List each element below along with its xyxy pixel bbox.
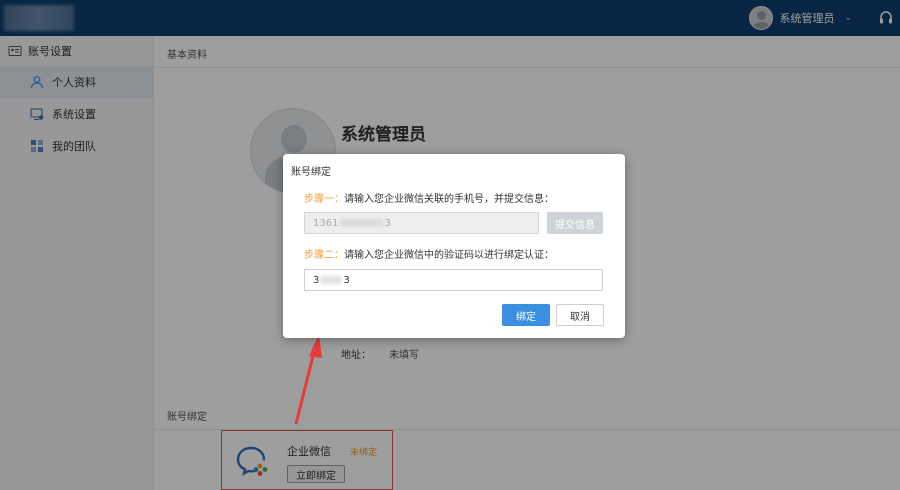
bind-button[interactable]: 绑定 [502, 304, 550, 326]
step-one-instruction: 步骤一：请输入您企业微信关联的手机号，并提交信息： [304, 190, 554, 205]
step-one-tag: 步骤一： [304, 194, 344, 205]
verification-code-input[interactable]: 3 3 [304, 269, 603, 291]
code-prefix: 3 [313, 274, 320, 286]
dialog-title: 账号绑定 [291, 167, 331, 178]
step-two-instruction: 步骤二：请输入您企业微信中的验证码以进行绑定认证： [304, 246, 554, 261]
account-binding-dialog: 账号绑定 步骤一：请输入您企业微信关联的手机号，并提交信息： 1361 3 提交… [283, 154, 625, 338]
step-two-text: 请输入您企业微信中的验证码以进行绑定认证： [344, 250, 554, 261]
phone-prefix: 1361 [313, 217, 339, 229]
submit-info-button[interactable]: 提交信息 [547, 212, 603, 234]
phone-suffix: 3 [384, 217, 391, 229]
code-suffix: 3 [343, 274, 350, 286]
step-two-tag: 步骤二： [304, 250, 344, 261]
cancel-button[interactable]: 取消 [556, 304, 604, 326]
redacted-digits [320, 276, 343, 284]
redacted-digits [340, 219, 385, 227]
step-one-text: 请输入您企业微信关联的手机号，并提交信息： [344, 194, 554, 205]
phone-input[interactable]: 1361 3 [304, 212, 539, 234]
